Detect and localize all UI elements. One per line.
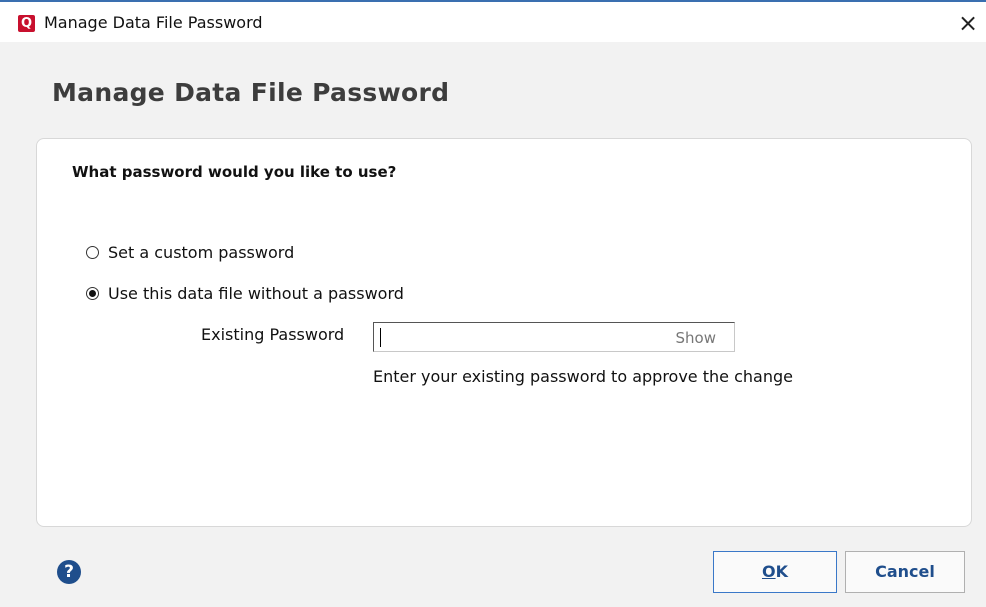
- cancel-button[interactable]: Cancel: [845, 551, 965, 593]
- option-no-password[interactable]: Use this data file without a password: [86, 284, 404, 303]
- option-no-password-label: Use this data file without a password: [108, 284, 404, 303]
- option-custom-password[interactable]: Set a custom password: [86, 243, 294, 262]
- show-password-button[interactable]: Show: [676, 329, 716, 347]
- password-question: What password would you like to use?: [72, 163, 397, 181]
- close-icon[interactable]: ×: [950, 6, 986, 40]
- dialog-heading: Manage Data File Password: [52, 78, 450, 107]
- existing-password-input[interactable]: Show: [373, 322, 735, 352]
- title-bar: Q Manage Data File Password ×: [0, 2, 986, 42]
- ok-mnemonic: O: [761, 562, 776, 581]
- text-cursor: [380, 328, 381, 347]
- quicken-app-icon: Q: [18, 15, 35, 32]
- ok-label-rest: K: [775, 562, 788, 581]
- existing-password-label: Existing Password: [201, 325, 345, 344]
- window-title: Manage Data File Password: [44, 13, 263, 32]
- help-icon[interactable]: ?: [57, 560, 81, 584]
- option-custom-password-label: Set a custom password: [108, 243, 295, 262]
- radio-no-password[interactable]: [86, 287, 99, 300]
- existing-password-hint: Enter your existing password to approve …: [373, 367, 793, 386]
- radio-custom-password[interactable]: [86, 246, 99, 259]
- ok-button[interactable]: OK: [713, 551, 837, 593]
